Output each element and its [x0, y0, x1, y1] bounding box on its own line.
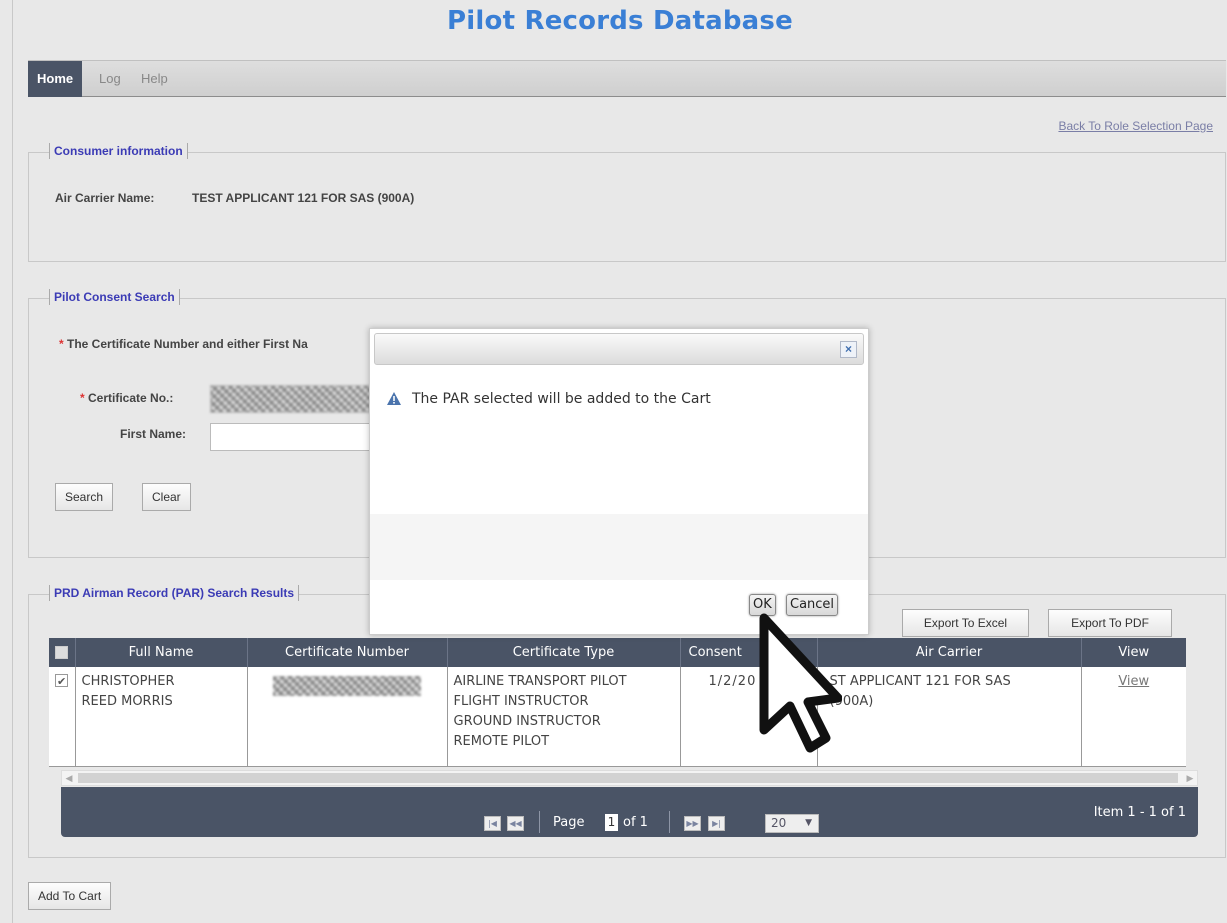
consent-date: 1/2/20: [708, 674, 757, 689]
view-link[interactable]: View: [1118, 674, 1149, 689]
nav-bar: Home Log Help: [28, 60, 1226, 97]
certificate-type-cell: AIRLINE TRANSPORT PILOT FLIGHT INSTRUCTO…: [447, 667, 681, 767]
tab-help[interactable]: Help: [132, 61, 177, 97]
search-requirement-text: The Certificate Number and either First …: [67, 337, 308, 351]
certificate-no-label-text: Certificate No.:: [88, 391, 174, 405]
table-row: CHRISTOPHER REED MORRIS AIRLINE TRANSPOR…: [49, 667, 1186, 767]
back-to-role-selection-link[interactable]: Back To Role Selection Page: [1058, 119, 1213, 133]
consumer-info-legend: Consumer information: [49, 143, 188, 159]
scroll-left-icon[interactable]: ◀: [62, 771, 76, 785]
last-page-icon[interactable]: ▶|: [708, 816, 725, 831]
pager-divider: [669, 811, 670, 833]
air-carrier-value: TEST APPLICANT 121 FOR SAS (900A): [192, 191, 415, 205]
col-certificate-type[interactable]: Certificate Type: [447, 638, 681, 667]
scroll-right-icon[interactable]: ▶: [1183, 771, 1197, 785]
horizontal-scrollbar[interactable]: ◀ ▶: [61, 770, 1198, 786]
page-size-value: 20: [771, 816, 787, 830]
air-carrier-line: (900A): [829, 694, 874, 709]
row-checkbox[interactable]: [55, 672, 68, 692]
certificate-type-line: REMOTE PILOT: [453, 734, 550, 749]
first-name-input[interactable]: [210, 423, 385, 451]
app-title: Pilot Records Database: [447, 6, 793, 36]
warning-icon: [387, 392, 401, 405]
full-name-line: REED MORRIS: [81, 694, 173, 709]
page-label: Page: [553, 815, 585, 830]
close-icon[interactable]: ×: [840, 341, 857, 358]
view-cell: View: [1081, 667, 1186, 767]
search-button[interactable]: Search: [55, 483, 114, 511]
first-name-label: First Name:: [120, 427, 187, 441]
page-size-select[interactable]: 20 ▼: [765, 814, 819, 833]
row-select-cell[interactable]: [49, 667, 76, 767]
dialog-message: The PAR selected will be added to the Ca…: [387, 391, 711, 407]
col-air-carrier[interactable]: Air Carrier: [817, 638, 1082, 667]
full-name-line: CHRISTOPHER: [81, 674, 175, 689]
results-legend: PRD Airman Record (PAR) Search Results: [49, 585, 300, 601]
air-carrier-label: Air Carrier Name:: [55, 191, 155, 205]
table-header-row: Full Name Certificate Number Certificate…: [49, 638, 1186, 667]
consent-search-legend: Pilot Consent Search: [49, 289, 180, 305]
mouse-cursor-icon: [759, 613, 842, 753]
air-carrier-cell: ST APPLICANT 121 FOR SAS (900A): [817, 667, 1082, 767]
certificate-number-redacted: [273, 676, 421, 696]
page-count: of 1: [623, 815, 648, 830]
certificate-type-line: FLIGHT INSTRUCTOR: [453, 694, 589, 709]
prev-page-icon[interactable]: ◀◀: [507, 816, 524, 831]
pager-divider: [539, 811, 540, 833]
certificate-number-cell: [247, 667, 448, 767]
certificate-no-label: * Certificate No.:: [80, 391, 173, 405]
col-certificate-number[interactable]: Certificate Number: [247, 638, 448, 667]
search-requirement-note: * The Certificate Number and either Firs…: [59, 337, 308, 351]
confirm-dialog: × The PAR selected will be added to the …: [369, 328, 869, 635]
required-marker: *: [59, 337, 64, 351]
consumer-info-panel: Consumer information Air Carrier Name: T…: [28, 143, 1226, 262]
page-number-input[interactable]: 1: [605, 814, 618, 831]
item-range: Item 1 - 1 of 1: [1093, 805, 1186, 820]
tab-home[interactable]: Home: [28, 61, 83, 97]
export-excel-button[interactable]: Export To Excel: [902, 609, 1029, 637]
certificate-type-line: GROUND INSTRUCTOR: [453, 714, 601, 729]
select-all-checkbox[interactable]: [55, 646, 69, 659]
col-full-name[interactable]: Full Name: [75, 638, 248, 667]
air-carrier-line: ST APPLICANT 121 FOR SAS: [829, 674, 1011, 689]
certificate-type-line: AIRLINE TRANSPORT PILOT: [453, 674, 627, 689]
certificate-no-input[interactable]: [210, 385, 385, 413]
chevron-down-icon: ▼: [805, 818, 812, 828]
pager: |◀ ◀◀ Page 1 of 1 ▶▶ ▶| 20 ▼ Item 1 - 1 …: [61, 787, 1198, 837]
scrollbar-thumb[interactable]: [78, 773, 1178, 783]
dialog-footer-band: [370, 514, 868, 580]
next-page-icon[interactable]: ▶▶: [684, 816, 701, 831]
clear-button[interactable]: Clear: [142, 483, 191, 511]
select-all-header[interactable]: [49, 638, 76, 667]
col-view[interactable]: View: [1081, 638, 1186, 667]
first-page-icon[interactable]: |◀: [484, 816, 501, 831]
dialog-message-text: The PAR selected will be added to the Ca…: [412, 391, 711, 407]
tab-log[interactable]: Log: [90, 61, 130, 97]
full-name-cell: CHRISTOPHER REED MORRIS: [75, 667, 248, 767]
required-marker: *: [80, 391, 85, 405]
dialog-titlebar: ×: [374, 333, 864, 365]
results-table: Full Name Certificate Number Certificate…: [49, 638, 1186, 767]
add-to-cart-button[interactable]: Add To Cart: [28, 882, 112, 910]
export-pdf-button[interactable]: Export To PDF: [1048, 609, 1172, 637]
